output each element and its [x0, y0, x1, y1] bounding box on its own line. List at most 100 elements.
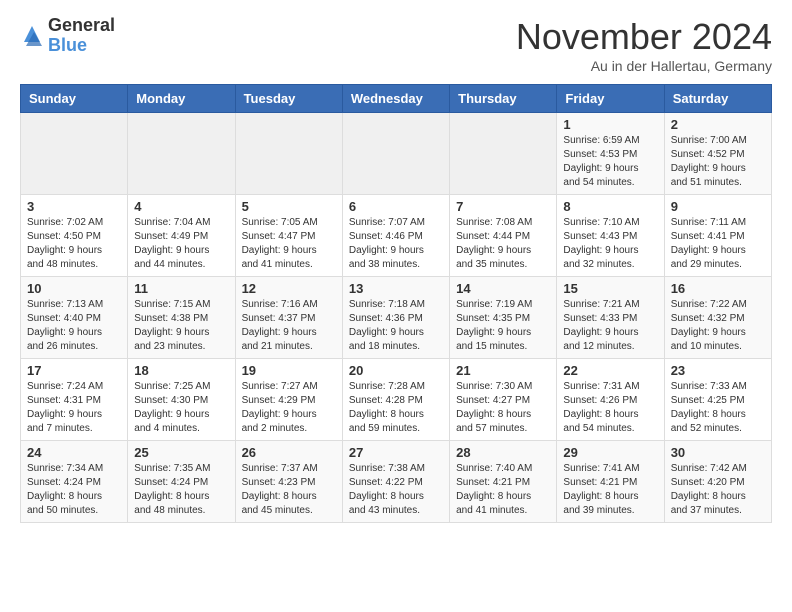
day-info: Sunrise: 7:00 AM Sunset: 4:52 PM Dayligh…	[671, 134, 765, 190]
day-number: 8	[563, 199, 657, 214]
calendar-cell: 1Sunrise: 6:59 AM Sunset: 4:53 PM Daylig…	[557, 113, 664, 195]
day-info: Sunrise: 7:16 AM Sunset: 4:37 PM Dayligh…	[242, 298, 336, 354]
day-info: Sunrise: 7:28 AM Sunset: 4:28 PM Dayligh…	[349, 380, 443, 436]
weekday-header: Monday	[128, 85, 235, 113]
day-info: Sunrise: 7:07 AM Sunset: 4:46 PM Dayligh…	[349, 216, 443, 272]
day-info: Sunrise: 7:24 AM Sunset: 4:31 PM Dayligh…	[27, 380, 121, 436]
logo-text: General Blue	[48, 16, 115, 56]
day-info: Sunrise: 7:35 AM Sunset: 4:24 PM Dayligh…	[134, 462, 228, 518]
day-number: 2	[671, 117, 765, 132]
calendar-cell: 21 Sunrise: 7:30 AM Sunset: 4:27 PM Dayli…	[450, 359, 557, 441]
weekday-header: Thursday	[450, 85, 557, 113]
calendar-cell	[128, 113, 235, 195]
day-info: Sunrise: 7:11 AM Sunset: 4:41 PM Dayligh…	[671, 216, 765, 272]
day-number: 7	[456, 199, 550, 214]
day-number: 4	[134, 199, 228, 214]
calendar-cell: 29Sunrise: 7:41 AM Sunset: 4:21 PM Dayli…	[557, 441, 664, 523]
day-info: Sunrise: 7:22 AM Sunset: 4:32 PM Dayligh…	[671, 298, 765, 354]
day-info: Sunrise: 7:42 AM Sunset: 4:20 PM Dayligh…	[671, 462, 765, 518]
calendar-cell: 28Sunrise: 7:40 AM Sunset: 4:21 PM Dayli…	[450, 441, 557, 523]
day-info: Sunrise: 7:13 AM Sunset: 4:40 PM Dayligh…	[27, 298, 121, 354]
calendar-cell: 15 Sunrise: 7:21 AM Sunset: 4:33 PM Dayli…	[557, 277, 664, 359]
logo: General Blue	[20, 16, 115, 56]
day-info: Sunrise: 7:33 AM Sunset: 4:25 PM Dayligh…	[671, 380, 765, 436]
day-info: Sunrise: 7:38 AM Sunset: 4:22 PM Dayligh…	[349, 462, 443, 518]
calendar-header: SundayMondayTuesdayWednesdayThursdayFrid…	[21, 85, 772, 113]
day-info: Sunrise: 7:04 AM Sunset: 4:49 PM Dayligh…	[134, 216, 228, 272]
calendar-week: 1Sunrise: 6:59 AM Sunset: 4:53 PM Daylig…	[21, 113, 772, 195]
calendar: SundayMondayTuesdayWednesdayThursdayFrid…	[20, 84, 772, 523]
day-number: 18	[134, 363, 228, 378]
day-info: Sunrise: 7:27 AM Sunset: 4:29 PM Dayligh…	[242, 380, 336, 436]
calendar-body: 1Sunrise: 6:59 AM Sunset: 4:53 PM Daylig…	[21, 113, 772, 523]
calendar-week: 17 Sunrise: 7:24 AM Sunset: 4:31 PM Dayli…	[21, 359, 772, 441]
calendar-cell: 8 Sunrise: 7:10 AM Sunset: 4:43 PM Daylig…	[557, 195, 664, 277]
calendar-cell: 26 Sunrise: 7:37 AM Sunset: 4:23 PM Dayli…	[235, 441, 342, 523]
day-number: 3	[27, 199, 121, 214]
calendar-cell: 23 Sunrise: 7:33 AM Sunset: 4:25 PM Dayli…	[664, 359, 771, 441]
day-number: 19	[242, 363, 336, 378]
calendar-cell: 20 Sunrise: 7:28 AM Sunset: 4:28 PM Dayli…	[342, 359, 449, 441]
logo-blue: Blue	[48, 36, 115, 56]
day-info: Sunrise: 7:30 AM Sunset: 4:27 PM Dayligh…	[456, 380, 550, 436]
calendar-cell: 24Sunrise: 7:34 AM Sunset: 4:24 PM Dayli…	[21, 441, 128, 523]
day-number: 25	[134, 445, 228, 460]
weekday-header: Friday	[557, 85, 664, 113]
location: Au in der Hallertau, Germany	[516, 58, 772, 74]
calendar-cell: 3Sunrise: 7:02 AM Sunset: 4:50 PM Daylig…	[21, 195, 128, 277]
day-info: Sunrise: 7:37 AM Sunset: 4:23 PM Dayligh…	[242, 462, 336, 518]
day-info: Sunrise: 7:08 AM Sunset: 4:44 PM Dayligh…	[456, 216, 550, 272]
calendar-cell	[342, 113, 449, 195]
weekday-header: Tuesday	[235, 85, 342, 113]
day-number: 6	[349, 199, 443, 214]
calendar-cell: 11Sunrise: 7:15 AM Sunset: 4:38 PM Dayli…	[128, 277, 235, 359]
calendar-cell: 2 Sunrise: 7:00 AM Sunset: 4:52 PM Daylig…	[664, 113, 771, 195]
page: General Blue November 2024 Au in der Hal…	[0, 0, 792, 539]
title-section: November 2024 Au in der Hallertau, Germa…	[516, 16, 772, 74]
calendar-cell: 13Sunrise: 7:18 AM Sunset: 4:36 PM Dayli…	[342, 277, 449, 359]
day-number: 20	[349, 363, 443, 378]
calendar-cell: 10 Sunrise: 7:13 AM Sunset: 4:40 PM Dayli…	[21, 277, 128, 359]
day-number: 17	[27, 363, 121, 378]
day-info: Sunrise: 7:34 AM Sunset: 4:24 PM Dayligh…	[27, 462, 121, 518]
weekday-header: Saturday	[664, 85, 771, 113]
calendar-cell: 9Sunrise: 7:11 AM Sunset: 4:41 PM Daylig…	[664, 195, 771, 277]
calendar-cell: 30 Sunrise: 7:42 AM Sunset: 4:20 PM Dayli…	[664, 441, 771, 523]
calendar-cell: 4 Sunrise: 7:04 AM Sunset: 4:49 PM Daylig…	[128, 195, 235, 277]
day-number: 5	[242, 199, 336, 214]
day-info: Sunrise: 7:31 AM Sunset: 4:26 PM Dayligh…	[563, 380, 657, 436]
day-info: Sunrise: 7:25 AM Sunset: 4:30 PM Dayligh…	[134, 380, 228, 436]
calendar-cell: 22 Sunrise: 7:31 AM Sunset: 4:26 PM Dayli…	[557, 359, 664, 441]
day-number: 16	[671, 281, 765, 296]
day-number: 12	[242, 281, 336, 296]
day-number: 29	[563, 445, 657, 460]
calendar-week: 10 Sunrise: 7:13 AM Sunset: 4:40 PM Dayli…	[21, 277, 772, 359]
header: General Blue November 2024 Au in der Hal…	[20, 16, 772, 74]
day-number: 21	[456, 363, 550, 378]
day-info: Sunrise: 7:18 AM Sunset: 4:36 PM Dayligh…	[349, 298, 443, 354]
month-title: November 2024	[516, 16, 772, 58]
day-number: 27	[349, 445, 443, 460]
day-info: Sunrise: 7:21 AM Sunset: 4:33 PM Dayligh…	[563, 298, 657, 354]
calendar-cell: 19 Sunrise: 7:27 AM Sunset: 4:29 PM Dayli…	[235, 359, 342, 441]
calendar-cell: 25 Sunrise: 7:35 AM Sunset: 4:24 PM Dayli…	[128, 441, 235, 523]
day-number: 22	[563, 363, 657, 378]
weekday-header: Sunday	[21, 85, 128, 113]
calendar-week: 24Sunrise: 7:34 AM Sunset: 4:24 PM Dayli…	[21, 441, 772, 523]
calendar-cell	[21, 113, 128, 195]
calendar-cell: 16 Sunrise: 7:22 AM Sunset: 4:32 PM Dayli…	[664, 277, 771, 359]
day-info: Sunrise: 7:10 AM Sunset: 4:43 PM Dayligh…	[563, 216, 657, 272]
day-number: 15	[563, 281, 657, 296]
calendar-cell: 5 Sunrise: 7:05 AM Sunset: 4:47 PM Daylig…	[235, 195, 342, 277]
day-info: Sunrise: 7:05 AM Sunset: 4:47 PM Dayligh…	[242, 216, 336, 272]
calendar-cell: 12 Sunrise: 7:16 AM Sunset: 4:37 PM Dayli…	[235, 277, 342, 359]
calendar-week: 3Sunrise: 7:02 AM Sunset: 4:50 PM Daylig…	[21, 195, 772, 277]
day-number: 10	[27, 281, 121, 296]
day-number: 23	[671, 363, 765, 378]
day-number: 1	[563, 117, 657, 132]
calendar-cell: 14Sunrise: 7:19 AM Sunset: 4:35 PM Dayli…	[450, 277, 557, 359]
calendar-cell: 7 Sunrise: 7:08 AM Sunset: 4:44 PM Daylig…	[450, 195, 557, 277]
day-number: 30	[671, 445, 765, 460]
day-number: 11	[134, 281, 228, 296]
day-number: 26	[242, 445, 336, 460]
